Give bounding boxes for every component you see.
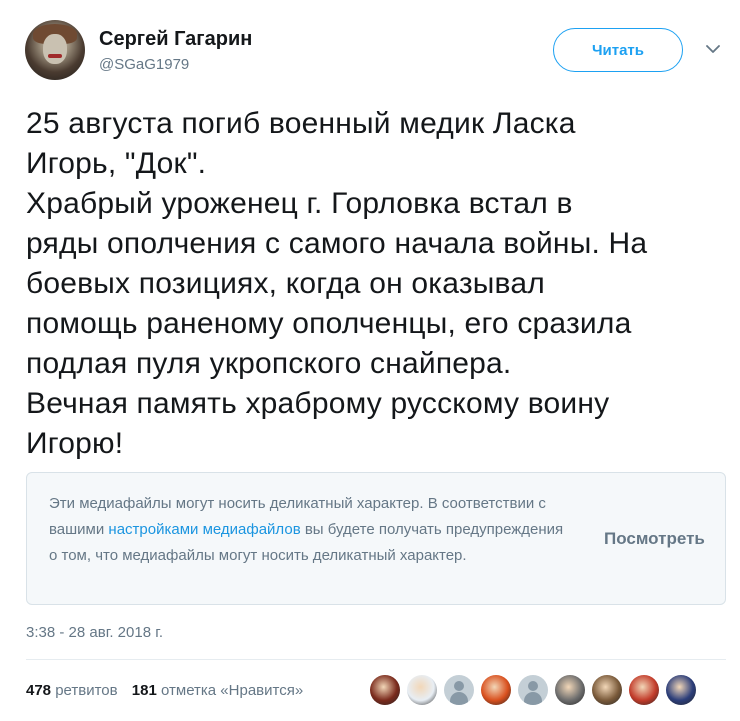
avatar-body <box>524 692 542 705</box>
tweet-text: 25 августа погиб военный медик Ласка Иго… <box>26 107 648 460</box>
liker-avatar[interactable] <box>555 675 585 705</box>
liker-avatar[interactable] <box>370 675 400 705</box>
retweets-stat[interactable]: 478 ретвитов <box>26 682 118 699</box>
avatar-face <box>43 34 67 64</box>
likes-count: 181 <box>131 682 157 699</box>
liker-avatar[interactable] <box>592 675 622 705</box>
default-avatar-icon[interactable] <box>444 675 474 705</box>
view-media-button[interactable]: Посмотреть <box>604 529 705 549</box>
avatar-body <box>450 692 468 705</box>
liker-avatar[interactable] <box>481 675 511 705</box>
author-name[interactable]: Сергей Гагарин <box>99 28 252 51</box>
media-settings-link[interactable]: настройками медиафайлов <box>108 521 300 538</box>
chevron-down-icon[interactable] <box>706 44 720 54</box>
follow-button[interactable]: Читать <box>553 28 683 72</box>
author-handle[interactable]: @SGaG1979 <box>99 56 189 73</box>
liker-avatar[interactable] <box>407 675 437 705</box>
liker-avatar[interactable] <box>629 675 659 705</box>
warning-text: Эти медиафайлы могут носить деликатный х… <box>49 491 569 569</box>
tweet-timestamp[interactable]: 3:38 - 28 авг. 2018 г. <box>26 624 163 641</box>
divider <box>26 659 726 660</box>
sensitive-media-warning: Эти медиафайлы могут носить деликатный х… <box>26 472 726 605</box>
avatar-head <box>528 681 538 691</box>
author-avatar[interactable] <box>25 20 85 80</box>
retweets-count: 478 <box>26 682 52 699</box>
likes-label: отметка «Нравится» <box>161 682 304 699</box>
likers-avatars <box>370 675 703 707</box>
avatar-head <box>454 681 464 691</box>
retweets-label: ретвитов <box>55 682 118 699</box>
default-avatar-icon[interactable] <box>518 675 548 705</box>
tweet-stats: 478 ретвитов 181 отметка «Нравится» <box>26 682 303 699</box>
avatar-mouth <box>48 54 62 58</box>
likes-stat[interactable]: 181 отметка «Нравится» <box>132 682 303 699</box>
liker-avatar[interactable] <box>666 675 696 705</box>
